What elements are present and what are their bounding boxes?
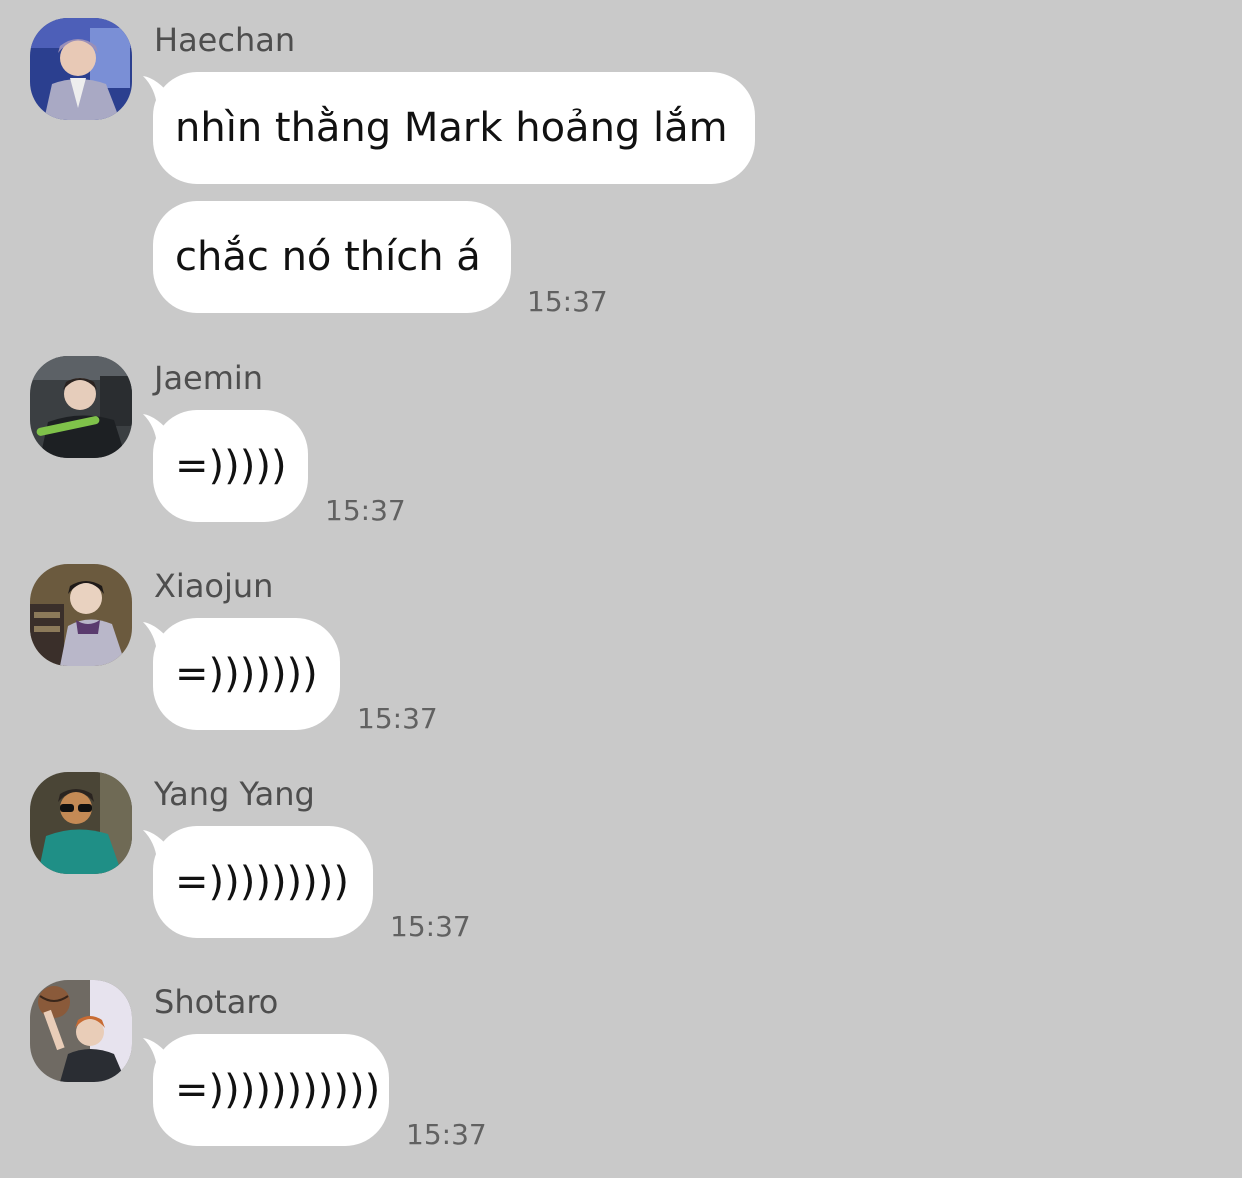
yangyang-avatar-icon	[30, 772, 132, 874]
message-bubble[interactable]: chắc nó thích á	[153, 201, 511, 313]
avatar[interactable]	[30, 18, 132, 120]
sender-name: Yang Yang	[154, 775, 315, 813]
jaemin-avatar-icon	[30, 356, 132, 458]
sender-name: Shotaro	[154, 983, 279, 1021]
message-timestamp: 15:37	[390, 910, 471, 943]
sender-name: Haechan	[154, 21, 296, 59]
avatar[interactable]	[30, 356, 132, 458]
avatar[interactable]	[30, 980, 132, 1082]
message-bubble[interactable]: =)))))))))	[153, 826, 373, 938]
message-bubble[interactable]: =)))))))	[153, 618, 340, 730]
avatar[interactable]	[30, 564, 132, 666]
sender-name: Jaemin	[154, 359, 264, 397]
message-timestamp: 15:37	[527, 285, 608, 318]
chat-transcript: Haechan nhìn thằng Mark hoảng lắm chắc n…	[0, 0, 1242, 1178]
sender-name: Xiaojun	[154, 567, 274, 605]
message-bubble[interactable]: =)))))	[153, 410, 308, 522]
message-timestamp: 15:37	[325, 494, 406, 527]
message-bubble[interactable]: =)))))))))))	[153, 1034, 389, 1146]
message-timestamp: 15:37	[357, 702, 438, 735]
message-bubble[interactable]: nhìn thằng Mark hoảng lắm	[153, 72, 755, 184]
xiaojun-avatar-icon	[30, 564, 132, 666]
haechan-avatar-icon	[30, 18, 132, 120]
shotaro-avatar-icon	[30, 980, 132, 1082]
message-timestamp: 15:37	[406, 1118, 487, 1151]
avatar[interactable]	[30, 772, 132, 874]
